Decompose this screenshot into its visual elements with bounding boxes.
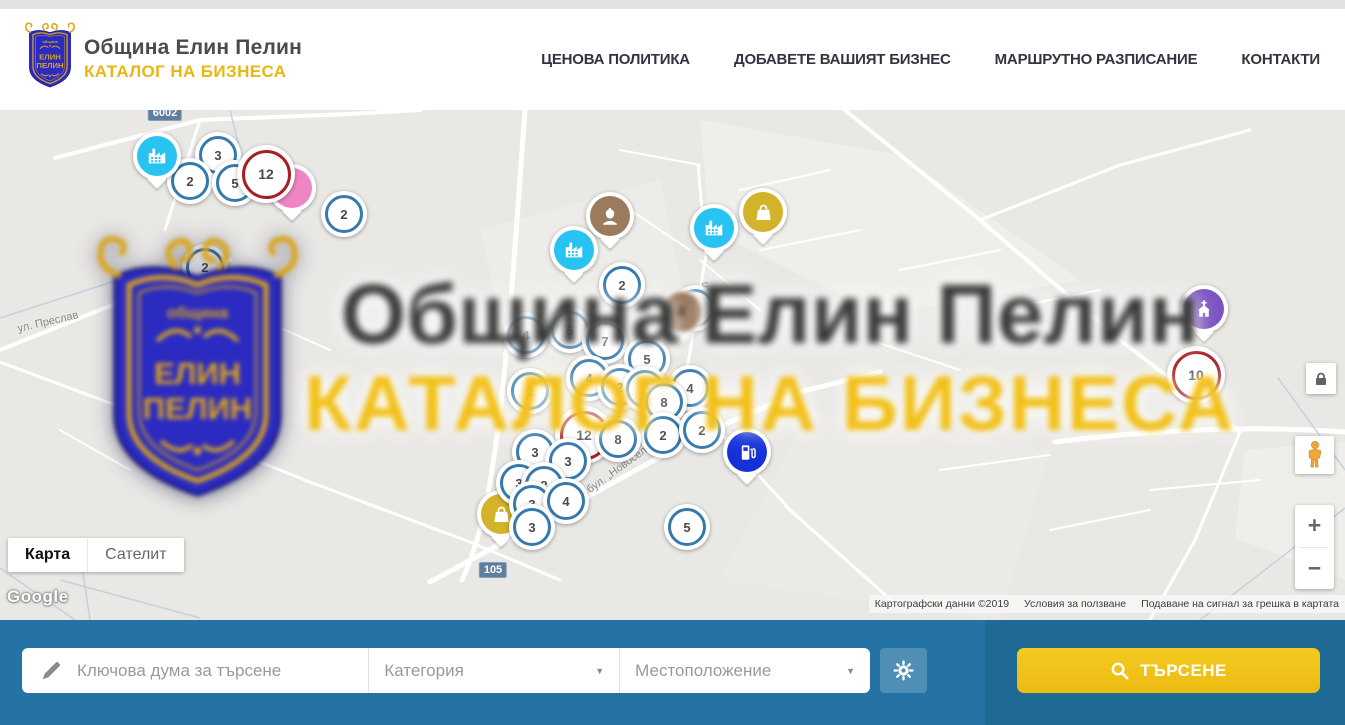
cluster-count: 5 [668, 508, 706, 546]
category-dropdown[interactable]: Категория ▼ [368, 648, 619, 693]
flame-icon [662, 292, 702, 332]
cluster-count: 2 [644, 416, 682, 454]
nav-item-pricing[interactable]: ЦЕНОВА ПОЛИТИКА [541, 51, 690, 68]
cluster-marker[interactable]: 5 [664, 504, 710, 550]
cluster-marker[interactable]: 3 [509, 504, 555, 550]
keyword-section [22, 648, 368, 693]
bag-icon [743, 192, 783, 232]
cluster-marker[interactable]: 2 [321, 191, 367, 237]
search-button-label: ТЪРСЕНЕ [1140, 661, 1227, 681]
cluster-marker[interactable]: 10 [1167, 346, 1225, 404]
zoom-in-button[interactable]: + [1295, 505, 1334, 547]
fullscreen-lock-button[interactable] [1306, 363, 1336, 394]
lock-icon [1313, 371, 1329, 387]
advanced-settings-button[interactable] [880, 648, 927, 693]
factory-icon [137, 136, 177, 176]
page: Община Елин Пелин КАТАЛОГ НА БИЗНЕСА ЦЕН… [0, 0, 1345, 725]
cluster-marker[interactable]: 8 [595, 416, 641, 462]
cluster-marker[interactable]: 2 [507, 368, 553, 414]
cluster-marker[interactable]: 4 [503, 312, 549, 358]
location-dropdown[interactable]: Местоположение ▼ [619, 648, 870, 693]
factory-pin-marker[interactable] [133, 132, 181, 180]
pegman-icon [1304, 440, 1326, 470]
bag-pin-marker[interactable] [739, 188, 787, 236]
cluster-count: 2 [325, 195, 363, 233]
attribution-terms-link[interactable]: Условия за ползване [1024, 598, 1126, 610]
page-subtitle: КАТАЛОГ НА БИЗНЕСА [84, 61, 302, 82]
cluster-count: 2 [511, 372, 549, 410]
search-field-group: Категория ▼ Местоположение ▼ [22, 648, 870, 693]
church-icon [1184, 289, 1224, 329]
cluster-marker[interactable]: 2 [182, 244, 228, 290]
pencil-icon [40, 660, 62, 682]
flame-pin-marker[interactable] [658, 288, 706, 336]
nav-item-add-business[interactable]: ДОБАВЕТЕ ВАШИЯТ БИЗНЕС [734, 51, 951, 68]
search-icon [1110, 661, 1129, 680]
street-view-pegman-button[interactable] [1295, 436, 1334, 474]
map-attribution: Картографски данни ©2019 Условия за полз… [869, 595, 1345, 613]
chevron-down-icon: ▼ [846, 666, 855, 676]
cluster-count: 4 [547, 482, 585, 520]
search-button[interactable]: ТЪРСЕНЕ [1017, 648, 1320, 693]
factory-icon [554, 230, 594, 270]
cluster-count: 2 [186, 248, 224, 286]
map-type-satellite-button[interactable]: Сателит [87, 538, 183, 572]
cluster-marker[interactable]: 2 [599, 262, 645, 308]
location-dropdown-label: Местоположение [635, 661, 771, 681]
worker-icon [590, 196, 630, 236]
main-nav: ЦЕНОВА ПОЛИТИКА ДОБАВЕТЕ ВАШИЯТ БИЗНЕС М… [541, 9, 1320, 110]
zoom-control: + − [1295, 505, 1334, 589]
factory-pin-marker[interactable] [550, 226, 598, 274]
attribution-copyright: Картографски данни ©2019 [875, 598, 1009, 610]
header: Община Елин Пелин КАТАЛОГ НА БИЗНЕСА ЦЕН… [0, 9, 1345, 110]
chevron-down-icon: ▼ [595, 666, 604, 676]
search-bar: Категория ▼ Местоположение ▼ [0, 620, 1345, 725]
church-pin-marker[interactable] [1180, 285, 1228, 333]
factory-icon [694, 208, 734, 248]
gear-icon [892, 659, 915, 682]
worker-pin-marker[interactable] [586, 192, 634, 240]
site-title-block: Община Елин Пелин КАТАЛОГ НА БИЗНЕСА [84, 35, 302, 83]
factory-pin-marker[interactable] [690, 204, 738, 252]
map-type-control: Карта Сателит [8, 538, 184, 572]
nav-item-contacts[interactable]: КОНТАКТИ [1241, 51, 1320, 68]
zoom-out-button[interactable]: − [1295, 548, 1334, 590]
fuel-pin-marker[interactable] [723, 428, 771, 476]
cluster-count: 12 [242, 150, 291, 199]
cluster-count: 10 [1172, 351, 1221, 400]
fuel-icon [727, 432, 767, 472]
cluster-count: 3 [513, 508, 551, 546]
cluster-marker[interactable]: 2 [679, 407, 725, 453]
google-logo[interactable]: Google [7, 587, 69, 607]
cluster-count: 2 [683, 411, 721, 449]
category-dropdown-label: Категория [384, 661, 463, 681]
page-title: Община Елин Пелин [84, 35, 302, 61]
map-type-map-button[interactable]: Карта [8, 538, 87, 572]
municipality-crest-logo [22, 17, 78, 91]
cluster-marker[interactable]: 12 [237, 145, 295, 203]
keyword-search-input[interactable] [75, 660, 368, 682]
attribution-report-link[interactable]: Подаване на сигнал за грешка в картата [1141, 598, 1339, 610]
cluster-count: 2 [603, 266, 641, 304]
map-canvas[interactable]: 6002105ул. Преславбул. „Новоселци 325122… [0, 110, 1345, 620]
cluster-count: 4 [507, 316, 545, 354]
markers-layer: 3251222256475422748221283338343510 [0, 110, 1345, 620]
top-strip [0, 0, 1345, 9]
nav-item-route-schedule[interactable]: МАРШРУТНО РАЗПИСАНИЕ [995, 51, 1198, 68]
cluster-count: 8 [599, 420, 637, 458]
